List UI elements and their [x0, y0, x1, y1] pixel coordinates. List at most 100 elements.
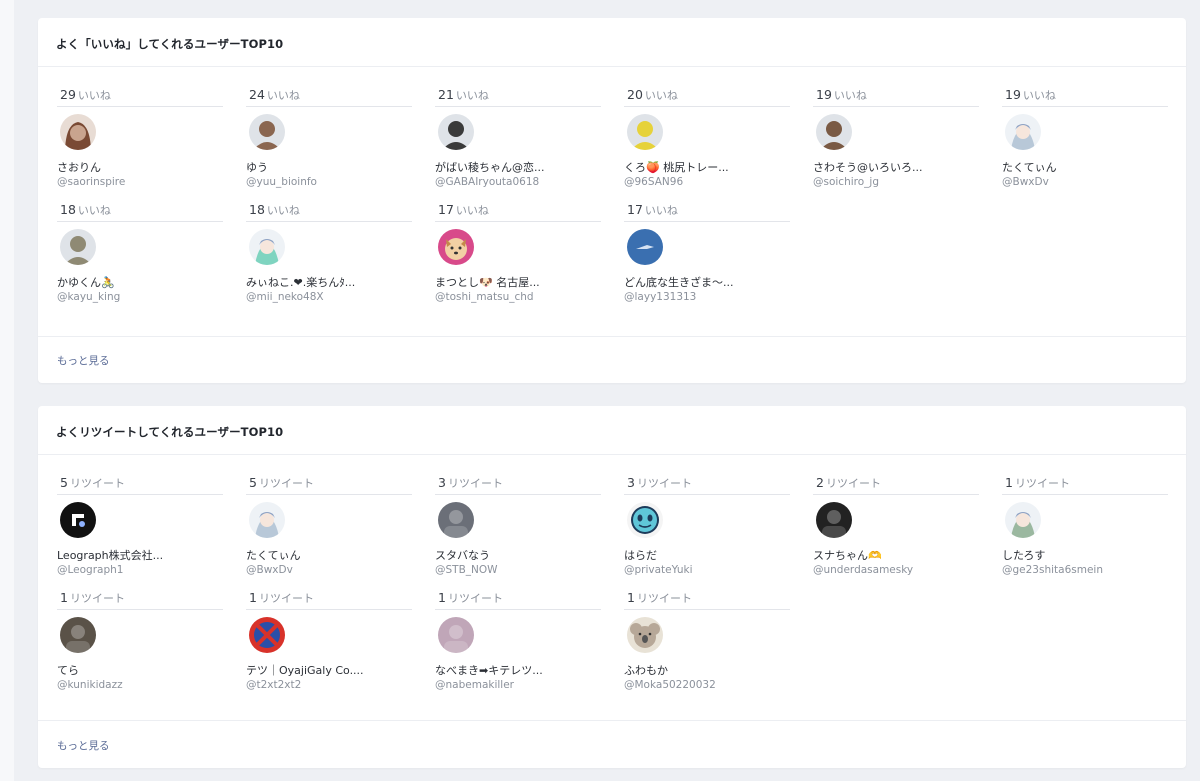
retweets-user-entry[interactable]: 1 リツイート したろす @ge23shita6smein [1002, 475, 1168, 576]
retweets-user-name[interactable]: スタバなう [435, 547, 605, 563]
retweets-user-name[interactable]: テツ｜OyajiGaly Co.... [246, 662, 416, 678]
retweets-user-handle[interactable]: @underdasamesky [813, 564, 983, 576]
anime-icon[interactable] [1005, 114, 1041, 150]
face-icon[interactable] [627, 502, 663, 538]
retweets-user-handle[interactable]: @Moka50220032 [624, 679, 794, 691]
retweets-user-entry[interactable]: 1 リツイート なべまき➡︎キテレツ... @nabemakiller [435, 591, 601, 691]
man-icon[interactable] [627, 114, 663, 150]
likes-user-handle[interactable]: @GABAIryouta0618 [435, 176, 605, 188]
anime-icon[interactable] [249, 502, 285, 538]
retweets-count-value: 3 [627, 475, 635, 490]
likes-user-handle[interactable]: @soichiro_jg [813, 176, 983, 188]
likes-user-entry[interactable]: 19 いいね たくてぃん @BwxDv [1002, 88, 1168, 188]
retweets-more-link[interactable]: もっと見る [57, 738, 110, 753]
retweets-user-name[interactable]: ふわもか [624, 662, 794, 678]
retweets-user-name[interactable]: したろす [1002, 547, 1172, 563]
likes-count-unit: いいね [77, 204, 111, 217]
likes-user-entry[interactable]: 17 いいね まつとし🐶 名古屋... @toshi_matsu_chd [435, 203, 601, 303]
likes-user-name[interactable]: たくてぃん [1002, 159, 1172, 175]
likes-user-entry[interactable]: 21 いいね がばい稜ちゃん@恋... @GABAIryouta0618 [435, 88, 601, 188]
likes-user-entry[interactable]: 20 いいね くろ🍑 桃尻トレー... @96SAN96 [624, 88, 790, 188]
retweets-count-unit: リツイート [69, 592, 125, 605]
photo-icon[interactable] [60, 617, 96, 653]
likes-user-handle[interactable]: @BwxDv [1002, 176, 1172, 188]
likes-user-handle[interactable]: @96SAN96 [624, 176, 794, 188]
no-parking-icon[interactable] [249, 617, 285, 653]
retweets-count-line: 1 リツイート [1002, 475, 1168, 495]
likes-ranking-card: よく「いいね」してくれるユーザーTOP10 29 いいね さおりん @saorinsp… [38, 18, 1186, 383]
anime-icon[interactable] [1005, 502, 1041, 538]
likes-user-name[interactable]: みぃねこ.❤︎.楽ちんﾀ... [246, 274, 416, 290]
photo-icon[interactable] [438, 617, 474, 653]
koala-icon[interactable] [627, 617, 663, 653]
retweets-user-entry[interactable]: 3 リツイート スタバなう @STB_NOW [435, 476, 601, 576]
bird-icon[interactable] [627, 229, 663, 265]
likes-user-entry[interactable]: 29 いいね さおりん @saorinspire [57, 88, 223, 188]
likes-user-handle[interactable]: @layy131313 [624, 291, 794, 303]
retweets-user-entry[interactable]: 5 リツイート Leograph株式会社... @Leograph1 [57, 476, 223, 576]
retweets-user-entry[interactable]: 5 リツイート たくてぃん @BwxDv [246, 476, 412, 576]
likes-user-name[interactable]: かゆくん🚴 [57, 274, 227, 290]
retweets-count-line: 1 リツイート [435, 591, 601, 610]
likes-count-unit: いいね [833, 89, 867, 102]
likes-user-entry[interactable]: 17 いいね どん底な生きざま〜... @layy131313 [624, 203, 790, 303]
retweets-count-line: 5 リツイート [246, 476, 412, 495]
retweets-user-name[interactable]: Leograph株式会社... [57, 547, 227, 563]
retweets-user-handle[interactable]: @nabemakiller [435, 679, 605, 691]
likes-user-entry[interactable]: 18 いいね かゆくん🚴 @kayu_king [57, 202, 223, 303]
retweets-user-name[interactable]: はらだ [624, 547, 794, 563]
retweets-user-name[interactable]: なべまき➡︎キテレツ... [435, 662, 605, 678]
anime-icon[interactable] [249, 229, 285, 265]
likes-user-entry[interactable]: 18 いいね みぃねこ.❤︎.楽ちんﾀ... @mii_neko48X [246, 203, 412, 303]
man-icon[interactable] [249, 114, 285, 150]
retweets-count-value: 1 [60, 590, 68, 605]
retweets-user-handle[interactable]: @t2xt2xt2 [246, 679, 416, 691]
retweets-user-handle[interactable]: @privateYuki [624, 564, 794, 576]
likes-user-name[interactable]: まつとし🐶 名古屋... [435, 274, 605, 290]
woman-icon[interactable] [60, 114, 96, 150]
retweets-user-entry[interactable]: 1 リツイート ふわもか @Moka50220032 [624, 591, 790, 691]
retweets-user-entry[interactable]: 3 リツイート はらだ @privateYuki [624, 475, 790, 576]
retweets-count-value: 1 [1005, 475, 1013, 490]
likes-user-handle[interactable]: @kayu_king [57, 291, 227, 303]
likes-user-handle[interactable]: @yuu_bioinfo [246, 176, 416, 188]
likes-user-entry[interactable]: 19 いいね さわそう@いろいろ... @soichiro_jg [813, 88, 979, 188]
likes-count-unit: いいね [1022, 89, 1056, 102]
retweets-user-entry[interactable]: 1 リツイート てら @kunikidazz [57, 590, 223, 691]
retweets-count-unit: リツイート [636, 477, 692, 490]
likes-user-name[interactable]: ゆう [246, 159, 416, 175]
likes-user-name[interactable]: がばい稜ちゃん@恋... [435, 159, 605, 175]
logo-icon[interactable] [60, 502, 96, 538]
likes-user-name[interactable]: さわそう@いろいろ... [813, 159, 983, 175]
retweets-user-handle[interactable]: @ge23shita6smein [1002, 564, 1172, 576]
likes-user-handle[interactable]: @toshi_matsu_chd [435, 291, 605, 303]
likes-count-line: 18 いいね [246, 203, 412, 222]
retweets-user-entry[interactable]: 1 リツイート テツ｜OyajiGaly Co.... @t2xt2xt2 [246, 591, 412, 691]
likes-user-name[interactable]: さおりん [57, 159, 227, 175]
photo-icon[interactable] [816, 502, 852, 538]
man-icon[interactable] [438, 114, 474, 150]
likes-user-handle[interactable]: @mii_neko48X [246, 291, 416, 303]
retweets-user-entry[interactable]: 2 リツイート スナちゃん🫶 @underdasamesky [813, 476, 979, 576]
retweets-user-handle[interactable]: @STB_NOW [435, 564, 605, 576]
likes-user-entry[interactable]: 24 いいね ゆう @yuu_bioinfo [246, 88, 412, 188]
retweets-user-handle[interactable]: @BwxDv [246, 564, 416, 576]
retweets-user-handle[interactable]: @Leograph1 [57, 564, 227, 576]
retweets-count-unit: リツイート [447, 477, 503, 490]
retweets-count-unit: リツイート [69, 477, 125, 490]
retweets-user-name[interactable]: スナちゃん🫶 [813, 547, 983, 563]
likes-user-name[interactable]: どん底な生きざま〜... [624, 274, 794, 290]
retweets-count-line: 5 リツイート [57, 476, 223, 495]
likes-user-handle[interactable]: @saorinspire [57, 176, 227, 188]
man-icon[interactable] [816, 114, 852, 150]
retweets-user-name[interactable]: たくてぃん [246, 547, 416, 563]
man-icon[interactable] [60, 229, 96, 265]
retweets-user-handle[interactable]: @kunikidazz [57, 679, 227, 691]
photo-icon[interactable] [438, 502, 474, 538]
dog-icon[interactable] [438, 229, 474, 265]
likes-user-name[interactable]: くろ🍑 桃尻トレー... [624, 159, 794, 175]
retweets-user-name[interactable]: てら [57, 662, 227, 678]
likes-count-value: 18 [60, 202, 76, 217]
likes-count-unit: いいね [644, 89, 678, 102]
likes-more-link[interactable]: もっと見る [57, 353, 110, 368]
